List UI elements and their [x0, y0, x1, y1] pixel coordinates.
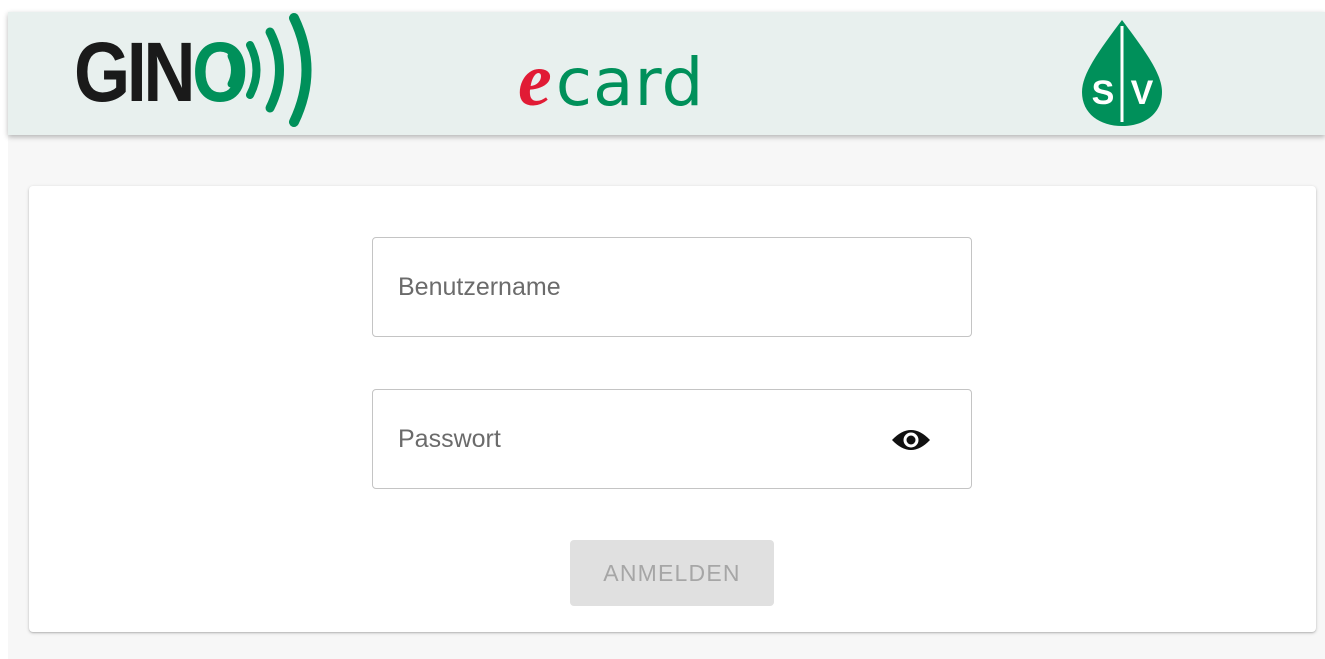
eye-icon: [892, 430, 930, 450]
sv-logo: S V: [1082, 20, 1162, 126]
sv-logo-s: S: [1092, 74, 1115, 112]
ecard-logo: e card: [518, 42, 704, 118]
login-button[interactable]: ANMELDEN: [570, 540, 774, 606]
gino-logo-text: GINO: [74, 24, 248, 119]
sv-logo-v: V: [1131, 74, 1154, 112]
username-field[interactable]: [372, 237, 972, 337]
app-header: GINO e card S V: [8, 12, 1325, 135]
password-field[interactable]: [372, 389, 972, 489]
ecard-logo-e: e: [518, 38, 552, 122]
gino-signal-waves-icon: [227, 13, 312, 127]
show-password-toggle[interactable]: [889, 423, 933, 457]
password-input[interactable]: [398, 390, 878, 488]
ecard-logo-text: card: [555, 44, 705, 121]
username-input[interactable]: [398, 238, 878, 336]
login-card: ANMELDEN: [29, 186, 1316, 632]
